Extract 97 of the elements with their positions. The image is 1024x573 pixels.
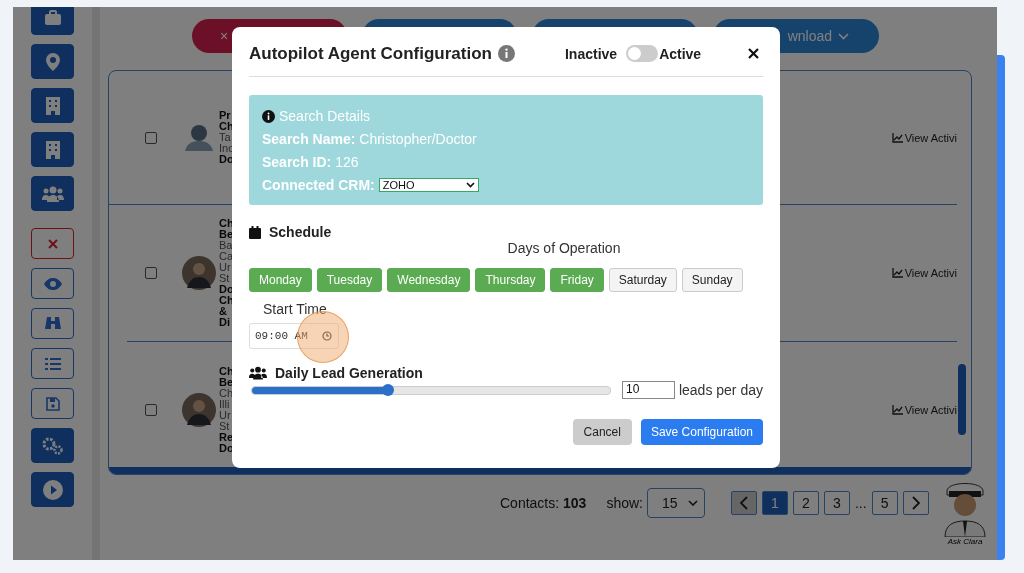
play-icon — [42, 479, 63, 500]
search-detail: Search ID: 126 — [262, 154, 360, 170]
sidebar-button[interactable] — [31, 388, 74, 419]
checkbox[interactable] — [145, 131, 157, 144]
avatar — [182, 393, 216, 427]
sidebar-button[interactable] — [31, 348, 74, 379]
inactive-label: Inactive — [565, 45, 618, 62]
day-toggle-button[interactable]: Tuesday — [316, 268, 383, 292]
day-toggle-button[interactable]: Monday — [249, 268, 312, 292]
search-detail: Search Name: Christopher/Doctor — [262, 131, 478, 147]
sidebar-button[interactable] — [31, 472, 74, 507]
contact-text: Ur — [219, 410, 231, 421]
sidebar-button[interactable] — [31, 428, 74, 463]
chevron-right-icon — [911, 496, 920, 510]
pagination-ellipsis: ... — [854, 495, 867, 511]
checkbox[interactable] — [145, 404, 157, 416]
time-input[interactable]: 09:00 AM — [249, 323, 339, 349]
assistant-caption: Ask Clara — [947, 537, 983, 546]
sidebar-button[interactable] — [31, 308, 74, 339]
close-icon — [748, 48, 759, 59]
start-time-label: Start Time — [263, 301, 328, 317]
page-size-select[interactable]: 15 — [646, 488, 705, 518]
contact-text: Illi — [219, 399, 230, 410]
contact-text: Ta — [219, 132, 231, 143]
save-button[interactable]: Save Configuration — [640, 419, 763, 445]
contact-text: Ca — [219, 251, 234, 262]
sidebar-button[interactable] — [31, 132, 74, 167]
contact-text: Re — [219, 432, 234, 443]
crm-select[interactable]: ZOHO — [378, 178, 479, 192]
chevron-down-icon — [687, 500, 698, 506]
view-activity-link[interactable]: View Activi — [891, 267, 957, 279]
previous-page-button[interactable] — [730, 491, 757, 515]
active-label: Active — [659, 45, 702, 62]
contact-text: Ch — [219, 388, 234, 399]
show-label: show: — [606, 495, 643, 511]
contact-text: & — [219, 306, 227, 317]
checkbox[interactable] — [145, 267, 157, 279]
contact-text: St — [219, 421, 230, 432]
leads-unit-label: leads per day — [678, 382, 763, 398]
page-scrollbar[interactable] — [997, 55, 1005, 560]
contact-text: Di — [219, 317, 230, 328]
leads-input[interactable]: 10 — [622, 381, 675, 399]
sidebar-button[interactable] — [31, 268, 74, 299]
section-heading: Schedule — [269, 224, 332, 240]
next-page-button[interactable] — [902, 491, 929, 515]
chart-line-icon — [891, 405, 903, 415]
crm-label: Connected CRM: — [262, 177, 375, 193]
dialog-title: Autopilot Agent Configuration — [249, 43, 492, 64]
day-toggle-button[interactable]: Sunday — [681, 268, 743, 292]
contact-text: Be — [219, 377, 234, 388]
info-icon[interactable] — [498, 45, 515, 62]
sidebar-button[interactable] — [31, 176, 74, 211]
contact-text: Pr — [219, 110, 231, 121]
clock-icon — [321, 331, 332, 341]
info-icon — [262, 109, 275, 123]
active-toggle[interactable] — [626, 45, 659, 62]
leads-slider[interactable] — [251, 385, 611, 395]
building-icon — [45, 96, 60, 115]
close-filter-button[interactable] — [31, 228, 74, 259]
contact-text: Ur — [219, 262, 231, 273]
page-button[interactable]: 1 — [761, 491, 788, 515]
contacts-count: Contacts: 103 — [500, 495, 587, 511]
chevron-left-icon — [739, 496, 748, 510]
building-icon — [45, 140, 60, 159]
scrollbar-thumb[interactable] — [958, 364, 966, 435]
view-activity-link[interactable]: View Activi — [891, 131, 957, 144]
users-icon — [249, 366, 267, 380]
panel-heading: Search Details — [279, 108, 371, 124]
chevron-down-icon — [465, 182, 475, 188]
section-heading: Daily Lead Generation — [275, 365, 423, 381]
avatar — [182, 256, 216, 290]
users-icon — [41, 185, 64, 202]
page-button[interactable]: 2 — [792, 491, 819, 515]
day-toggle-button[interactable]: Wednesday — [387, 268, 471, 292]
day-toggle-button[interactable]: Saturday — [608, 268, 677, 292]
sidebar-button[interactable] — [31, 88, 74, 123]
page-button[interactable]: 3 — [823, 491, 850, 515]
eye-icon — [43, 277, 62, 290]
calendar-icon — [249, 225, 261, 239]
day-toggle-button[interactable]: Friday — [550, 268, 604, 292]
list-icon — [44, 357, 61, 370]
view-activity-link[interactable]: View Activi — [891, 404, 957, 416]
briefcase-icon — [43, 9, 62, 26]
close-icon — [47, 238, 58, 249]
chevron-down-icon — [838, 32, 849, 40]
sidebar-button[interactable] — [31, 7, 74, 35]
location-pin-icon — [45, 52, 60, 71]
contact-text: Ba — [219, 240, 233, 251]
chart-line-icon — [891, 132, 903, 143]
cancel-button[interactable]: Cancel — [572, 419, 632, 445]
contact-text: St — [219, 273, 230, 284]
chart-line-icon — [891, 268, 903, 278]
day-toggle-button[interactable]: Thursday — [475, 268, 546, 292]
contact-text: Be — [219, 229, 234, 240]
sidebar-button[interactable] — [31, 44, 74, 79]
page-button[interactable]: 5 — [871, 491, 898, 515]
days-label: Days of Operation — [507, 240, 621, 256]
